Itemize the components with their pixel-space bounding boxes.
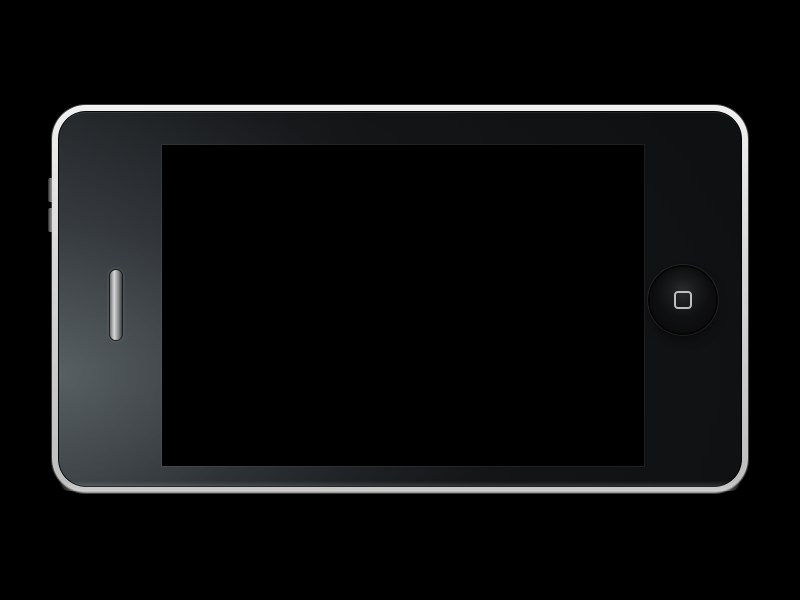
stage: [0, 0, 800, 600]
home-button[interactable]: [650, 267, 716, 333]
phone-screen[interactable]: [162, 145, 644, 466]
phone-bezel: [58, 111, 742, 487]
speaker-slit: [110, 270, 122, 340]
phone-frame: [52, 105, 748, 493]
home-square-icon: [674, 291, 692, 309]
